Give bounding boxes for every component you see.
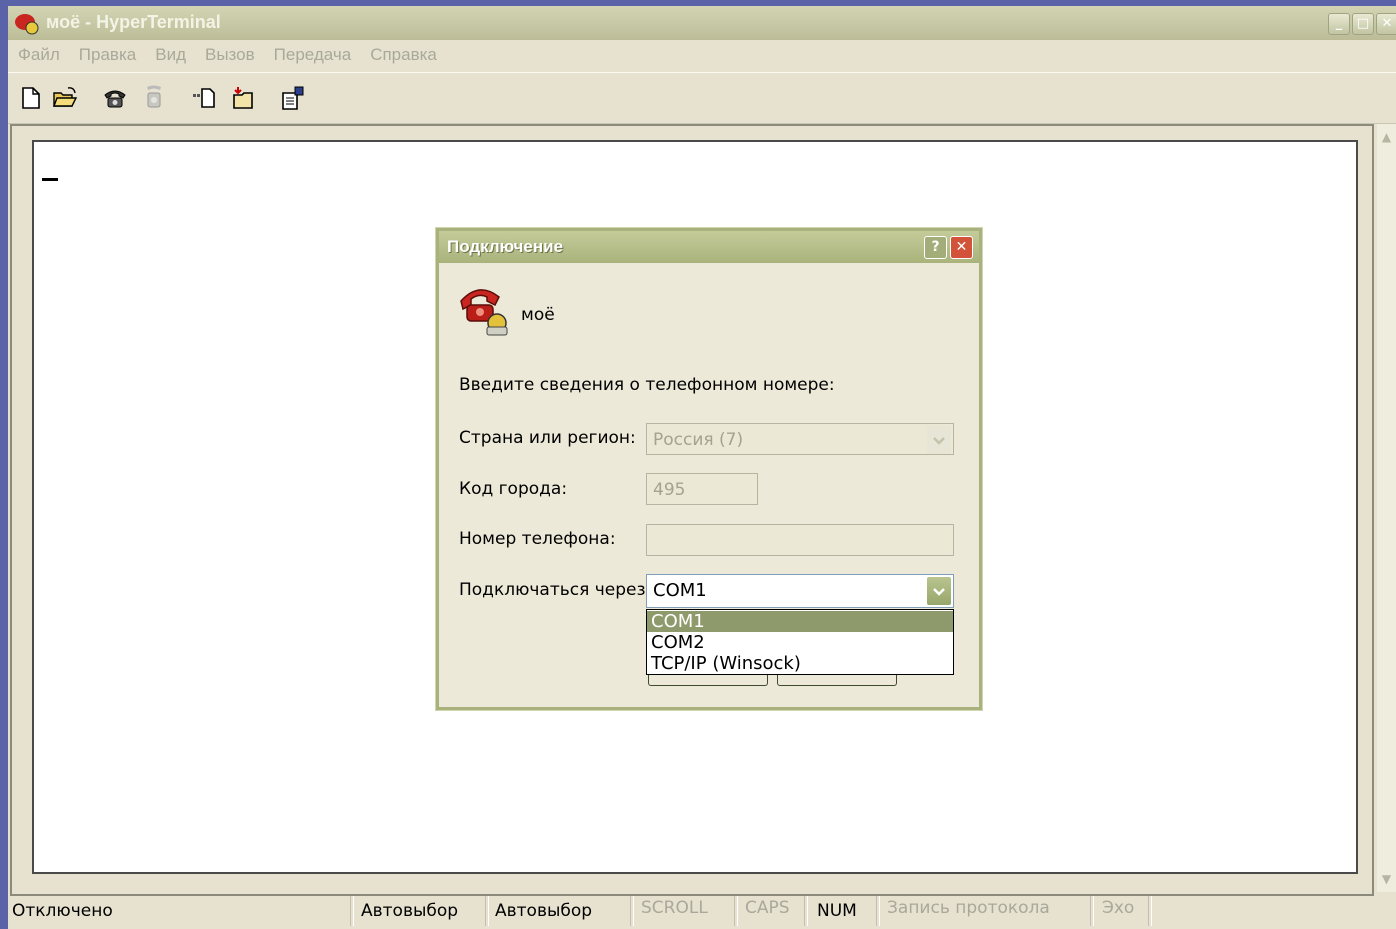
area-code-value: 495 xyxy=(653,480,686,500)
help-button[interactable]: ? xyxy=(924,236,947,259)
new-document-icon[interactable] xyxy=(18,85,44,111)
hyperterminal-window: моё - HyperTerminal _ □ ✕ Файл Правка Ви… xyxy=(8,6,1396,929)
maximize-button[interactable]: □ xyxy=(1352,13,1374,35)
connection-name: моё xyxy=(521,305,555,325)
status-connection: Отключено xyxy=(12,901,113,921)
phone-number-field xyxy=(646,524,954,556)
menu-help[interactable]: Справка xyxy=(360,45,446,65)
menu-transfer[interactable]: Передача xyxy=(264,45,361,65)
receive-file-icon[interactable] xyxy=(230,85,256,111)
status-autodetect-2: Автовыбор xyxy=(495,901,593,921)
menu-bar: Файл Правка Вид Вызов Передача Справка xyxy=(8,40,1396,70)
connection-dialog: Подключение ? ✕ моё Введите сведения о т… xyxy=(436,228,982,710)
window-title: моё - HyperTerminal xyxy=(46,12,221,32)
properties-icon[interactable] xyxy=(280,85,306,111)
status-separator xyxy=(876,896,880,926)
connect-using-dropdown-arrow-icon[interactable] xyxy=(927,577,951,605)
dropdown-option-com1[interactable]: COM1 xyxy=(647,611,953,632)
status-separator xyxy=(485,896,489,926)
country-select: Россия (7) xyxy=(646,423,954,455)
dialog-title: Подключение xyxy=(447,237,564,256)
status-caps: CAPS xyxy=(745,898,790,918)
send-file-icon[interactable] xyxy=(192,85,218,111)
scroll-up-arrow-icon[interactable]: ▲ xyxy=(1377,126,1396,148)
phone-details-prompt: Введите сведения о телефонном номере: xyxy=(459,375,835,395)
country-label: Страна или регион: xyxy=(459,428,636,448)
dialog-title-bar: Подключение ? ✕ xyxy=(439,231,979,263)
status-separator xyxy=(1148,896,1152,926)
status-separator xyxy=(630,896,634,926)
hyperterminal-icon xyxy=(15,14,39,35)
country-dropdown-arrow-icon xyxy=(927,426,951,454)
minimize-button[interactable]: _ xyxy=(1328,13,1350,35)
menu-call[interactable]: Вызов xyxy=(195,45,264,65)
country-value: Россия (7) xyxy=(653,430,744,450)
connect-using-label: Подключаться через: xyxy=(459,580,652,600)
status-num: NUM xyxy=(817,901,857,921)
title-bar: моё - HyperTerminal _ □ ✕ xyxy=(8,6,1396,40)
scroll-down-arrow-icon[interactable]: ▼ xyxy=(1377,868,1396,890)
vertical-scrollbar[interactable]: ▲ ▼ xyxy=(1377,124,1396,892)
text-cursor xyxy=(42,178,58,181)
status-capture: Запись протокола xyxy=(887,898,1050,918)
toolbar xyxy=(8,72,1396,124)
connect-using-select[interactable]: COM1 xyxy=(646,574,954,608)
area-code-label: Код города: xyxy=(459,479,568,499)
dropdown-option-com2[interactable]: COM2 xyxy=(647,632,953,653)
dropdown-option-tcpip[interactable]: TCP/IP (Winsock) xyxy=(647,653,953,674)
phone-connect-icon[interactable] xyxy=(102,85,128,111)
menu-file[interactable]: Файл xyxy=(8,45,69,65)
status-separator xyxy=(804,896,808,926)
close-window-button[interactable]: ✕ xyxy=(1376,13,1396,35)
status-separator xyxy=(1090,896,1094,926)
status-scroll: SCROLL xyxy=(641,898,708,918)
open-folder-icon[interactable] xyxy=(52,85,78,111)
connect-using-value: COM1 xyxy=(653,580,707,601)
area-code-field: 495 xyxy=(646,473,758,505)
phone-connection-icon xyxy=(460,289,508,336)
menu-edit[interactable]: Правка xyxy=(69,45,145,65)
status-bar: Отключено Автовыбор Автовыбор SCROLL CAP… xyxy=(8,894,1396,929)
phone-number-label: Номер телефона: xyxy=(459,529,616,549)
menu-view[interactable]: Вид xyxy=(145,45,195,65)
dialog-close-button[interactable]: ✕ xyxy=(950,236,973,259)
connect-using-dropdown-list: COM1 COM2 TCP/IP (Winsock) xyxy=(646,609,954,675)
status-autodetect-1: Автовыбор xyxy=(361,901,459,921)
status-separator xyxy=(734,896,738,926)
status-echo: Эхо xyxy=(1102,898,1135,918)
phone-disconnect-icon xyxy=(147,85,161,108)
status-separator xyxy=(350,896,354,926)
